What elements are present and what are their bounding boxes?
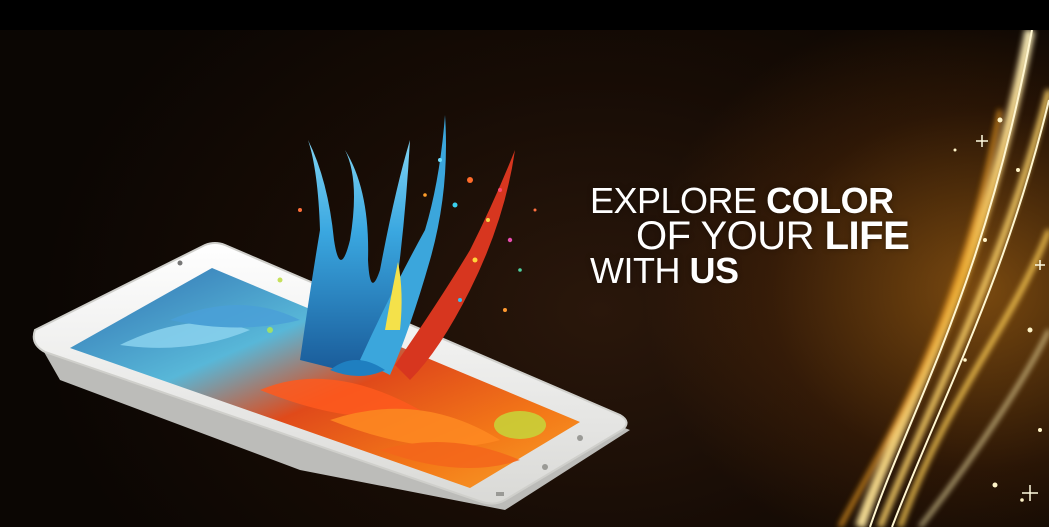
top-bar [0,0,1049,30]
headline: EXPLORE COLOR OF YOUR LIFE WITH US [590,180,970,291]
paint-splash-image [267,115,537,380]
hero-banner: EXPLORE COLOR OF YOUR LIFE WITH US [0,0,1049,527]
headline-line-3: WITH US [590,250,739,291]
headline-line-1: EXPLORE COLOR [590,180,894,221]
banner-background: EXPLORE COLOR OF YOUR LIFE WITH US [0,30,1049,527]
